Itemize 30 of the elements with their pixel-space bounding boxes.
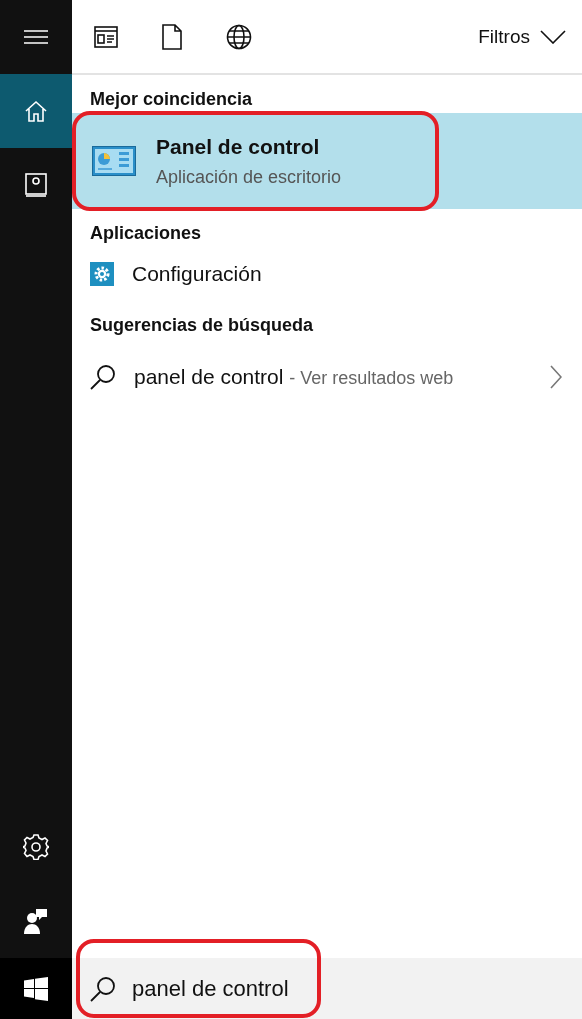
result-title: Panel de control [156,134,321,159]
control-panel-icon [92,146,136,176]
result-subtitle: Aplicación de escritorio [156,166,342,188]
menu-icon [24,30,48,44]
start-button[interactable] [0,958,72,1019]
chevron-down-icon [540,29,566,44]
filter-tab[interactable] [226,23,252,50]
windows-icon [24,976,48,1001]
apps-icon [94,25,118,48]
home-icon [24,100,48,122]
section-heading: Sugerencias de búsqueda [89,314,315,337]
web-suggestion[interactable]: panel de control - Ver resultados web [72,339,582,415]
search-field[interactable]: panel de control [132,975,332,1002]
app-result[interactable]: Configuración [72,247,582,301]
notebook-icon [25,173,47,197]
search-icon [90,364,116,390]
filters-dropdown[interactable]: Filtros [478,25,566,48]
section-heading: Mejor coincidencia [89,88,254,111]
document-icon [162,23,182,50]
filter-tab[interactable] [94,25,118,48]
feedback-icon [24,908,48,934]
chevron-right-icon [550,365,562,389]
suggestion-text: panel de control - Ver resultados web [134,365,454,389]
section-heading: Aplicaciones [89,222,203,245]
settings-icon [23,834,49,860]
best-match-result[interactable]: Panel de control Aplicación de escritorio [72,113,582,209]
gear-icon [90,262,114,286]
filter-tab[interactable] [162,23,182,50]
globe-icon [226,23,252,50]
search-icon [90,975,116,1002]
